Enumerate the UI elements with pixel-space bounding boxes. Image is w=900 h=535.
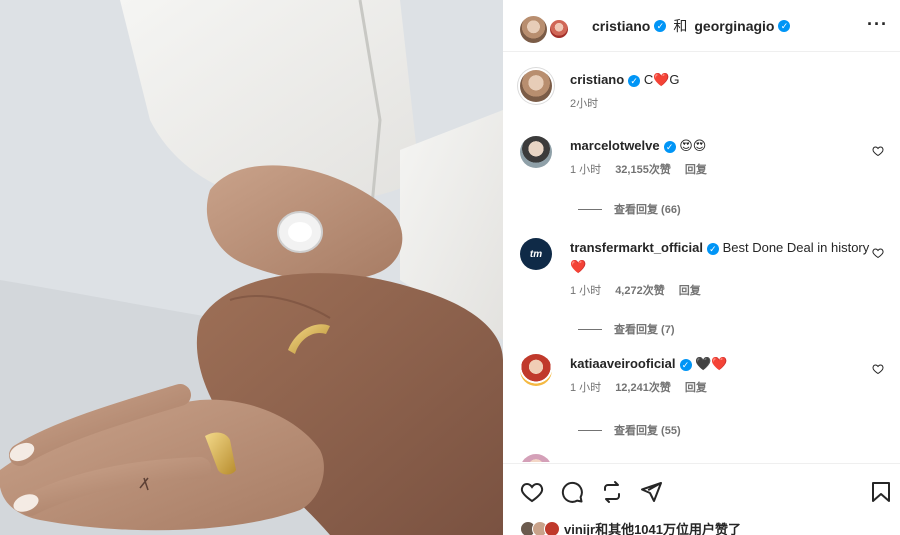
repost-icon[interactable] — [600, 480, 624, 504]
like-heart-icon[interactable] — [520, 480, 544, 504]
username-link[interactable]: cristiano — [570, 72, 624, 87]
post-header: cristiano ✓ 和 georginagio ✓ ··· — [503, 0, 900, 52]
like-count[interactable]: 32,155次赞 — [615, 161, 671, 177]
reply-button[interactable]: 回复 — [679, 282, 701, 298]
timestamp[interactable]: 1 小时 — [570, 282, 601, 298]
username-link[interactable]: katiaaveirooficial — [570, 356, 676, 371]
share-icon[interactable] — [639, 480, 663, 504]
username-link[interactable]: transfermarkt_official — [570, 240, 703, 255]
post-side-panel: cristiano ✓ 和 georginagio ✓ ··· cristian… — [503, 0, 900, 535]
header-avatars[interactable] — [520, 10, 570, 43]
post-caption: cristiano ✓ C❤️G 2小时 — [520, 70, 890, 111]
header-usernames: cristiano ✓ 和 georginagio ✓ — [592, 16, 791, 36]
username-link[interactable]: marcelotwelve — [570, 138, 660, 153]
header-separator: 和 — [673, 17, 688, 34]
liked-by-summary[interactable]: vinijr和其他1041万位用户赞了 — [520, 519, 741, 535]
avatar[interactable] — [520, 70, 552, 102]
comment-text: 😍😍 — [679, 138, 707, 153]
verified-badge-icon: ✓ — [628, 74, 641, 87]
reply-button[interactable]: 回复 — [685, 379, 707, 395]
transfermarkt-logo-icon[interactable]: tm — [520, 238, 552, 270]
comment-icon[interactable] — [560, 480, 584, 504]
like-count[interactable]: 4,272次赞 — [615, 282, 665, 298]
comment-item: katiaaveirooficial ✓ 🖤❤️ 1 小时 12,241次赞 回复 — [520, 354, 890, 395]
avatar[interactable] — [548, 17, 570, 40]
hands-with-rings-image — [0, 0, 503, 535]
timestamp[interactable]: 2小时 — [570, 95, 598, 111]
heart-outline-icon[interactable] — [872, 247, 884, 259]
avatar — [544, 520, 560, 535]
reply-button[interactable]: 回复 — [685, 161, 707, 177]
view-replies-label: 查看回复 (7) — [614, 324, 675, 336]
avatar[interactable] — [520, 15, 547, 43]
verified-badge-icon: ✓ — [778, 19, 791, 32]
post-actions-bar: vinijr和其他1041万位用户赞了 — [503, 463, 900, 535]
post-photo[interactable] — [0, 0, 503, 535]
view-replies-button[interactable]: 查看回复 (55) — [578, 422, 681, 438]
timestamp[interactable]: 1 小时 — [570, 379, 601, 395]
divider-line — [578, 429, 602, 431]
divider-line — [578, 208, 602, 210]
heart-outline-icon[interactable] — [872, 363, 884, 375]
comment-item: marcelotwelve ✓ 😍😍 1 小时 32,155次赞 回复 — [520, 136, 890, 177]
comment-text: 🖤❤️ — [695, 356, 728, 371]
comments-list[interactable]: cristiano ✓ C❤️G 2小时 marcelotwelve ✓ 😍😍 1 … — [503, 52, 900, 462]
view-replies-button[interactable]: 查看回复 (7) — [578, 321, 675, 337]
view-replies-button[interactable]: 查看回复 (66) — [578, 201, 681, 217]
liked-by-rest[interactable]: 和其他1041万位用户赞了 — [595, 522, 741, 535]
view-replies-label: 查看回复 (55) — [614, 425, 681, 437]
more-options-icon[interactable]: ··· — [867, 14, 888, 35]
username-link[interactable]: cristiano — [592, 18, 650, 34]
view-replies-label: 查看回复 (66) — [614, 204, 681, 216]
like-count[interactable]: 12,241次赞 — [615, 379, 671, 395]
liked-by-user[interactable]: vinijr — [564, 522, 595, 535]
avatar[interactable] — [520, 136, 552, 168]
save-bookmark-icon[interactable] — [869, 480, 893, 504]
verified-badge-icon: ✓ — [654, 19, 667, 32]
verified-badge-icon: ✓ — [706, 242, 719, 255]
avatar[interactable] — [520, 354, 552, 386]
verified-badge-icon: ✓ — [679, 358, 692, 371]
username-link[interactable]: georginagio — [694, 18, 774, 34]
avatar[interactable] — [520, 454, 552, 462]
divider-line — [578, 328, 602, 330]
heart-outline-icon[interactable] — [872, 145, 884, 157]
timestamp[interactable]: 1 小时 — [570, 161, 601, 177]
verified-badge-icon: ✓ — [663, 140, 676, 153]
comment-item: tm transfermarkt_official ✓ Best Done Dea… — [520, 238, 890, 298]
caption-text: C❤️G — [643, 72, 680, 87]
